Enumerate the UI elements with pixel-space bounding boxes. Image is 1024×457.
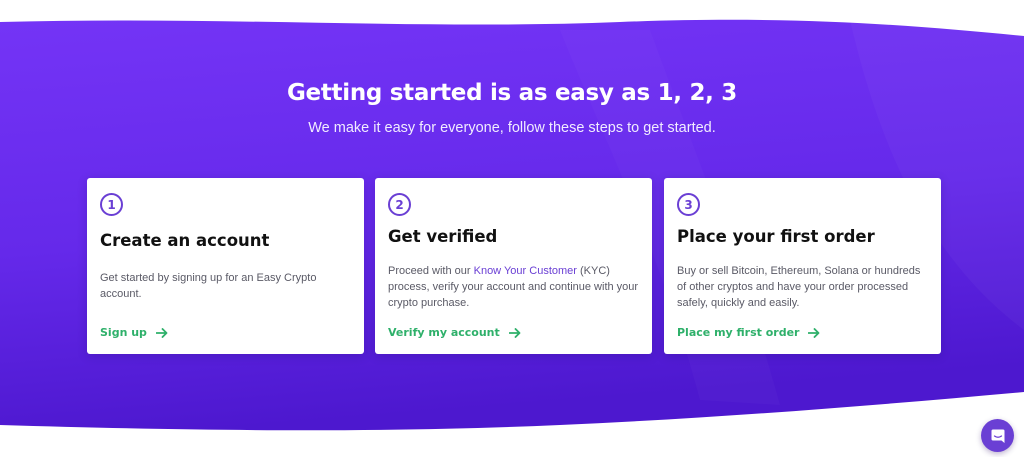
step-number-badge: 2	[388, 193, 411, 216]
card-title: Place your first order	[677, 227, 875, 246]
know-your-customer-link[interactable]: Know Your Customer	[474, 265, 577, 277]
card-description: Get started by signing up for an Easy Cr…	[100, 272, 317, 300]
sign-up-link[interactable]: Sign up	[100, 326, 168, 339]
card-description: Proceed with our Know Your Customer (KYC…	[388, 263, 643, 311]
chat-launcher-button[interactable]	[981, 419, 1014, 452]
step-number-badge: 3	[677, 193, 700, 216]
action-label: Place my first order	[677, 326, 800, 339]
step-card-first-order: 3 Place your first order Buy or sell Bit…	[664, 178, 941, 354]
section-title: Getting started is as easy as 1, 2, 3	[286, 80, 738, 106]
card-title: Create an account	[100, 231, 270, 250]
action-label: Verify my account	[388, 326, 500, 339]
step-card-get-verified: 2 Get verified Proceed with our Know You…	[375, 178, 652, 354]
step-card-create-account: 1 Create an account Get started by signi…	[87, 178, 364, 354]
card-description: Buy or sell Bitcoin, Ethereum, Solana or…	[677, 265, 921, 309]
step-number-badge: 1	[100, 193, 123, 216]
arrow-right-icon	[508, 327, 521, 338]
arrow-right-icon	[155, 327, 168, 338]
chat-icon	[991, 429, 1004, 443]
arrow-right-icon	[808, 327, 820, 338]
section-subtitle: We make it easy for everyone, follow the…	[308, 120, 716, 136]
action-label: Sign up	[100, 326, 147, 339]
card-title: Get verified	[388, 227, 498, 246]
place-first-order-link[interactable]: Place my first order	[677, 326, 820, 339]
verify-my-account-link[interactable]: Verify my account	[388, 326, 521, 339]
description-text: Proceed with our	[388, 265, 474, 277]
